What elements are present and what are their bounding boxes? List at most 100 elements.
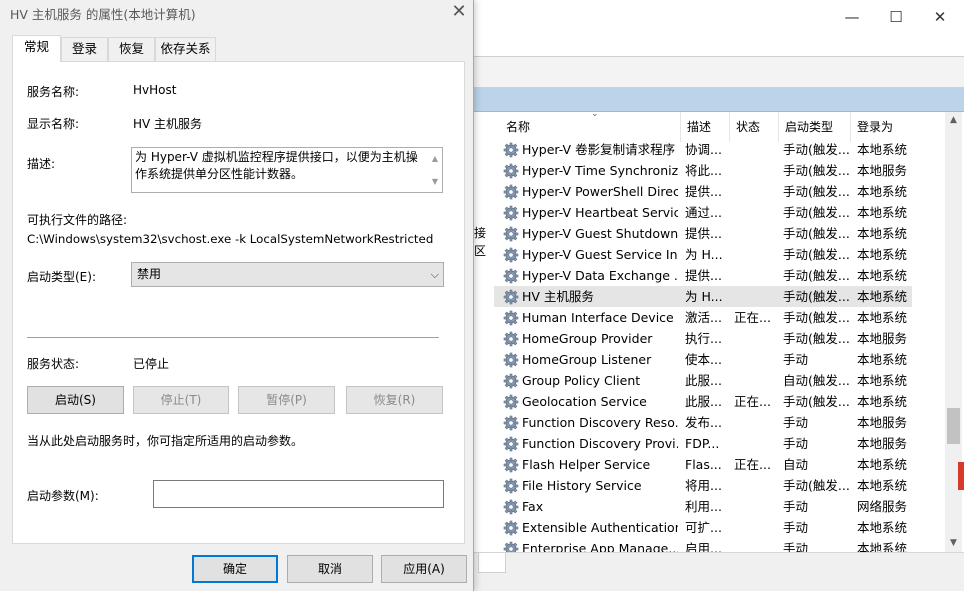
table-row[interactable]: Enterprise App Manage... 启用... 手动 本地系统 — [494, 538, 912, 552]
start-button[interactable]: 启动(S) — [27, 386, 124, 414]
close-icon[interactable]: ✕ — [446, 0, 472, 24]
resume-button[interactable]: 恢复(R) — [346, 386, 443, 414]
table-row[interactable]: Function Discovery Reso... 发布... 手动 本地服务 — [494, 412, 912, 433]
table-row[interactable]: HomeGroup Listener 使本... 手动 本地系统 — [494, 349, 912, 370]
service-desc-cell: 可扩... — [685, 520, 722, 535]
table-row[interactable]: HomeGroup Provider 执行... 手动(触发... 本地服务 — [494, 328, 912, 349]
gear-icon — [503, 247, 519, 263]
table-row[interactable]: Hyper-V PowerShell Direct ... 提供... 手动(触发.… — [494, 181, 912, 202]
service-logon-cell: 网络服务 — [857, 499, 908, 514]
services-pane-band — [474, 87, 964, 112]
table-row[interactable]: Hyper-V Data Exchange ... 提供... 手动(触发... 本地… — [494, 265, 912, 286]
service-name-cell: Extensible Authentication... — [522, 520, 678, 535]
service-logon-cell: 本地系统 — [857, 457, 908, 472]
service-name-cell: HomeGroup Listener — [522, 352, 652, 367]
service-name-cell: HomeGroup Provider — [522, 331, 653, 346]
gear-icon — [503, 541, 519, 552]
service-startup-cell: 手动(触发... — [783, 394, 849, 409]
service-desc-cell: 通过... — [685, 205, 722, 220]
close-icon[interactable]: ✕ — [918, 4, 962, 30]
start-params-input[interactable] — [153, 480, 444, 508]
scroll-down-icon[interactable]: ▼ — [945, 535, 962, 552]
gear-icon — [503, 268, 519, 284]
column-header-logon[interactable]: 登录为 — [851, 112, 912, 142]
table-row[interactable]: Function Discovery Provi... FDP... 手动 本地服务 — [494, 433, 912, 454]
service-startup-cell: 手动 — [783, 520, 809, 535]
service-logon-cell: 本地系统 — [857, 310, 908, 325]
table-row[interactable]: Geolocation Service 此服... 正在... 手动(触发... 本地系… — [494, 391, 912, 412]
apply-button[interactable]: 应用(A) — [381, 555, 467, 583]
tab-logon[interactable]: 登录 — [61, 37, 108, 61]
table-row[interactable]: Hyper-V Guest Shutdown ... 提供... 手动(触发... 本… — [494, 223, 912, 244]
tab-dependencies[interactable]: 依存关系 — [155, 37, 216, 61]
service-name-cell: Hyper-V Heartbeat Service — [522, 205, 678, 220]
service-startup-cell: 手动 — [783, 541, 809, 552]
startup-type-select[interactable]: 禁用 ⌵ — [131, 262, 444, 287]
left-pane-text: 接 — [474, 226, 487, 240]
services-toolbar — [474, 34, 964, 56]
tab-general[interactable]: 常规 — [12, 35, 61, 62]
service-startup-cell: 手动 — [783, 352, 809, 367]
column-header-name[interactable]: ⌄ 名称 — [500, 112, 681, 142]
service-logon-cell: 本地系统 — [857, 373, 908, 388]
start-params-hint: 当从此处启动服务时，你可指定所适用的启动参数。 — [27, 434, 304, 448]
stop-button[interactable]: 停止(T) — [133, 386, 229, 414]
table-row[interactable]: Human Interface Device ... 激活... 正在... 手动(触… — [494, 307, 912, 328]
service-startup-cell: 手动(触发... — [783, 184, 849, 199]
scroll-up-icon[interactable]: ▲ — [945, 112, 962, 129]
table-row[interactable]: Flash Helper Service Flas... 正在... 自动 本地系统 — [494, 454, 912, 475]
service-startup-cell: 手动(触发... — [783, 142, 849, 157]
service-startup-cell: 手动(触发... — [783, 331, 849, 346]
service-startup-cell: 自动(触发... — [783, 373, 849, 388]
service-logon-cell: 本地系统 — [857, 142, 908, 157]
service-name-cell: Flash Helper Service — [522, 457, 651, 472]
service-status-label: 服务状态: — [27, 357, 80, 371]
table-row[interactable]: Extensible Authentication... 可扩... 手动 本地系统 — [494, 517, 912, 538]
gear-icon — [503, 205, 519, 221]
bottom-tab[interactable] — [478, 553, 506, 573]
description-field[interactable]: 为 Hyper-V 虚拟机监控程序提供接口，以便为主机操作系统提供单分区性能计数… — [131, 147, 443, 193]
startup-type-value: 禁用 — [137, 267, 162, 281]
service-desc-cell: 为 H... — [685, 247, 723, 262]
service-logon-cell: 本地系统 — [857, 478, 908, 493]
services-left-pane: 接 区 — [474, 112, 494, 552]
service-logon-cell: 本地服务 — [857, 163, 908, 178]
service-name-cell: HV 主机服务 — [522, 289, 594, 304]
sort-indicator-icon: ⌄ — [591, 112, 599, 119]
column-header-desc[interactable]: 描述 — [681, 112, 730, 142]
service-startup-cell: 手动(触发... — [783, 247, 849, 262]
table-row[interactable]: Hyper-V Time Synchronizat... 将此... 手动(触发..… — [494, 160, 912, 181]
gear-icon — [503, 415, 519, 431]
display-name-value: HV 主机服务 — [133, 117, 203, 131]
ok-button[interactable]: 确定 — [192, 555, 278, 583]
services-list[interactable]: ⌄ 名称 描述 状态 启动类型 登录为 Hyper-V 卷影复制请求程序 协调..… — [494, 112, 912, 552]
service-startup-cell: 手动(触发... — [783, 205, 849, 220]
service-logon-cell: 本地系统 — [857, 268, 908, 283]
path-value: C:\Windows\system32\svchost.exe -k Local… — [27, 232, 434, 246]
table-row[interactable]: Hyper-V Heartbeat Service 通过... 手动(触发... 本地… — [494, 202, 912, 223]
minimize-icon[interactable]: — — [830, 4, 874, 30]
table-row[interactable]: Fax 利用... 手动 网络服务 — [494, 496, 912, 517]
tab-recovery[interactable]: 恢复 — [108, 37, 155, 61]
service-desc-cell: 提供... — [685, 226, 722, 241]
scrollbar-thumb[interactable] — [947, 408, 960, 444]
pause-button[interactable]: 暂停(P) — [238, 386, 335, 414]
column-header-startup[interactable]: 启动类型 — [779, 112, 851, 142]
service-name-cell: Function Discovery Provi... — [522, 436, 678, 451]
chevron-down-icon: ▼ — [431, 177, 439, 186]
service-name-cell: File History Service — [522, 478, 642, 493]
table-row[interactable]: Hyper-V 卷影复制请求程序 协调... 手动(触发... 本地系统 — [494, 139, 912, 160]
maximize-icon[interactable]: ☐ — [874, 4, 918, 30]
service-startup-cell: 手动(触发... — [783, 226, 849, 241]
service-logon-cell: 本地系统 — [857, 205, 908, 220]
service-desc-cell: 启用... — [685, 541, 722, 552]
service-logon-cell: 本地系统 — [857, 289, 908, 304]
cancel-button[interactable]: 取消 — [287, 555, 373, 583]
table-row[interactable]: File History Service 将用... 手动(触发... 本地系统 — [494, 475, 912, 496]
description-scrollbar[interactable]: ▲ ▼ — [428, 148, 442, 192]
table-row[interactable]: Hyper-V Guest Service In... 为 H... 手动(触发..… — [494, 244, 912, 265]
service-name-cell: Hyper-V Guest Service In... — [522, 247, 678, 262]
column-header-status[interactable]: 状态 — [730, 112, 779, 142]
table-row[interactable]: Group Policy Client 此服... 自动(触发... 本地系统 — [494, 370, 912, 391]
table-row-selected[interactable]: HV 主机服务 为 H... 手动(触发... 本地系统 — [494, 286, 912, 307]
